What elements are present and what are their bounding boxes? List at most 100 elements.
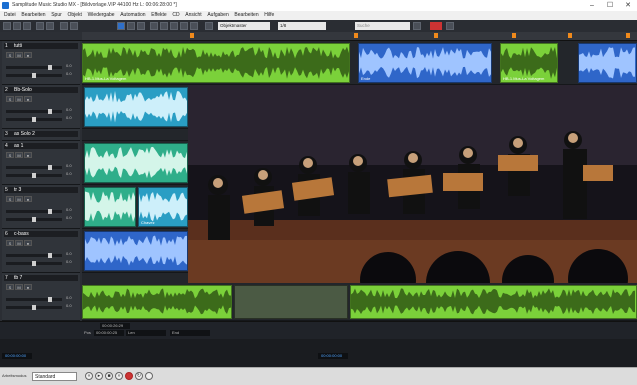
menu-hilfe[interactable]: Hilfe — [264, 11, 274, 20]
snap-icon[interactable] — [150, 22, 158, 30]
audio-clip[interactable]: HB-1.Mus-La Voltagem — [82, 43, 350, 83]
menu-aufgaben[interactable]: Aufgaben — [207, 11, 228, 20]
playhead-marker[interactable] — [190, 33, 194, 38]
mute-button[interactable]: S — [6, 196, 14, 202]
solo-icon[interactable] — [190, 22, 198, 30]
len-field[interactable]: Len — [126, 330, 166, 336]
pan-slider[interactable] — [6, 73, 62, 78]
undo-icon[interactable] — [36, 22, 44, 30]
track-name[interactable]: tr 3 — [14, 187, 21, 193]
mute-icon[interactable] — [180, 22, 188, 30]
record-arm-button[interactable]: ● — [24, 96, 32, 102]
menu-automation[interactable]: Automation — [120, 11, 145, 20]
solo-button[interactable]: M — [15, 284, 23, 290]
track-name[interactable]: as Solo 2 — [14, 131, 35, 137]
volume-slider[interactable] — [6, 165, 62, 170]
close-button[interactable]: ✕ — [619, 0, 637, 11]
volume-slider[interactable] — [6, 65, 62, 70]
audio-clip[interactable]: HB-1.Mus-La Voltagem — [500, 43, 558, 83]
metronome-icon[interactable] — [70, 22, 78, 30]
zoom-value-select[interactable]: 1/8 — [278, 22, 326, 30]
solo-button[interactable]: M — [15, 196, 23, 202]
record-button-icon[interactable] — [125, 372, 133, 380]
record-arm-button[interactable]: ● — [24, 152, 32, 158]
pan-slider[interactable] — [6, 173, 62, 178]
track-header-1[interactable]: 1 tutti S M ● 0.0 0.0 — [2, 41, 80, 85]
redo-icon[interactable] — [46, 22, 54, 30]
cut-icon[interactable] — [127, 22, 135, 30]
settings-icon[interactable] — [446, 22, 454, 30]
marker-3[interactable] — [512, 33, 516, 38]
solo-button[interactable]: M — [15, 96, 23, 102]
audio-clip[interactable] — [84, 187, 136, 227]
open-icon[interactable] — [13, 22, 21, 30]
mute-button[interactable]: S — [6, 240, 14, 246]
volume-slider[interactable] — [6, 253, 62, 258]
zoom-mode-select[interactable]: Objektmaster — [218, 22, 270, 30]
track-header-4[interactable]: 4 as 1 S M ● 0.0 0.0 — [2, 141, 80, 185]
solo-button[interactable]: M — [15, 152, 23, 158]
solo-button[interactable]: M — [15, 240, 23, 246]
preset-select[interactable]: Standard — [32, 372, 77, 381]
track-name[interactable]: tutti — [14, 43, 22, 49]
zoom-icon[interactable] — [170, 22, 178, 30]
audio-clip[interactable] — [82, 285, 232, 319]
mute-button[interactable]: S — [6, 96, 14, 102]
audio-clip[interactable]: Ende — [358, 43, 492, 83]
pan-slider[interactable] — [6, 305, 62, 310]
audio-clip[interactable] — [84, 231, 188, 271]
marker-4[interactable] — [568, 33, 572, 38]
record-arm-button[interactable]: ● — [24, 52, 32, 58]
record-arm-button[interactable]: ● — [24, 196, 32, 202]
mute-button[interactable]: S — [6, 152, 14, 158]
search-icon[interactable] — [413, 22, 421, 30]
menu-cd[interactable]: CD — [172, 11, 179, 20]
track-header-2[interactable]: 2 Bb-Solo S M ● 0.0 0.0 — [2, 85, 80, 129]
volume-slider[interactable] — [6, 297, 62, 302]
draw-icon[interactable] — [137, 22, 145, 30]
new-icon[interactable] — [3, 22, 11, 30]
save-icon[interactable] — [23, 22, 31, 30]
pan-slider[interactable] — [6, 217, 62, 222]
menu-objekt[interactable]: Objekt — [67, 11, 81, 20]
audio-clip[interactable]: Chavez — [138, 187, 188, 227]
track-header-7[interactable]: 7 tb 7 S M ● 0.0 0.0 — [2, 273, 80, 321]
track-name[interactable]: as 1 — [14, 143, 23, 149]
mute-button[interactable]: S — [6, 52, 14, 58]
marker-2[interactable] — [434, 33, 438, 38]
menu-spur[interactable]: Spur — [51, 11, 62, 20]
video-preview[interactable] — [188, 85, 637, 283]
track-name[interactable]: c-bass — [14, 231, 29, 237]
search-input[interactable]: Suche — [355, 22, 410, 30]
marker-1[interactable] — [354, 33, 358, 38]
menu-bearbeiten[interactable]: Bearbeiten — [21, 11, 45, 20]
select-icon[interactable] — [117, 22, 125, 30]
record-arm-button[interactable]: ● — [24, 240, 32, 246]
pan-slider[interactable] — [6, 261, 62, 266]
stop-icon[interactable]: ■ — [105, 372, 113, 380]
timeline-ruler[interactable] — [82, 32, 637, 41]
solo-button[interactable]: M — [15, 52, 23, 58]
marker-5[interactable] — [626, 33, 630, 38]
volume-slider[interactable] — [6, 209, 62, 214]
loop-icon[interactable] — [205, 22, 213, 30]
menu-effekte[interactable]: Effekte — [151, 11, 166, 20]
menu-ansicht[interactable]: Ansicht — [185, 11, 201, 20]
forward-icon[interactable]: » — [115, 372, 123, 380]
maximize-button[interactable]: ☐ — [601, 0, 619, 11]
menu-wiedergabe[interactable]: Wiedergabe — [88, 11, 115, 20]
audio-clip[interactable] — [578, 43, 637, 83]
pos-field[interactable]: 00:00:00:25 — [94, 330, 124, 336]
end-field[interactable]: End — [170, 330, 210, 336]
mixer-icon[interactable] — [60, 22, 68, 30]
audio-clip[interactable] — [84, 87, 188, 127]
loop-icon[interactable]: ↻ — [135, 372, 143, 380]
mute-button[interactable]: S — [6, 284, 14, 290]
grid-icon[interactable] — [160, 22, 168, 30]
track-name[interactable]: Bb-Solo — [14, 87, 32, 93]
pan-slider[interactable] — [6, 117, 62, 122]
volume-slider[interactable] — [6, 109, 62, 114]
audio-clip[interactable] — [84, 143, 188, 183]
audio-clip[interactable] — [350, 285, 637, 319]
audio-clip[interactable] — [234, 285, 348, 319]
